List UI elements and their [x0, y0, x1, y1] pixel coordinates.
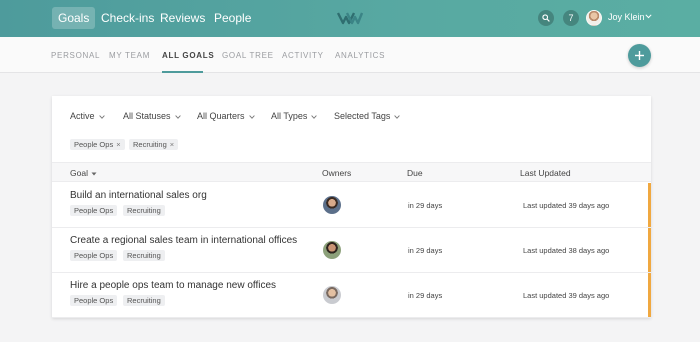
- goal-tag: People Ops: [70, 295, 118, 306]
- chevron-down-icon[interactable]: [645, 14, 652, 19]
- last-updated: Last updated 39 days ago: [523, 201, 610, 210]
- search-icon: [542, 14, 550, 22]
- status-bar: [648, 183, 651, 227]
- tab-activity[interactable]: ACTIVITY: [282, 51, 324, 60]
- tab-goal-tree[interactable]: GOAL TREE: [222, 51, 274, 60]
- column-goal[interactable]: Goal: [70, 168, 97, 178]
- column-label: Goal: [70, 168, 88, 178]
- last-updated: Last updated 39 days ago: [523, 291, 610, 300]
- status-bar: [648, 273, 651, 317]
- status-bar: [648, 228, 651, 272]
- table-row[interactable]: Hire a people ops team to manage new off…: [52, 273, 651, 318]
- goal-title[interactable]: Create a regional sales team in internat…: [70, 235, 297, 246]
- goal-tag: Recruiting: [123, 295, 165, 306]
- goal-tag: Recruiting: [123, 250, 165, 261]
- remove-tag-icon[interactable]: ×: [116, 140, 120, 149]
- chevron-down-icon: [248, 114, 255, 119]
- active-tab-indicator: [162, 71, 203, 73]
- filter-tags[interactable]: Selected Tags: [334, 111, 401, 121]
- top-nav: Goals Check-ins Reviews People 7 Joy Kle…: [0, 0, 700, 37]
- filter-quarters[interactable]: All Quarters: [197, 111, 255, 121]
- remove-tag-icon[interactable]: ×: [170, 140, 174, 149]
- due-date: in 29 days: [408, 291, 443, 300]
- user-avatar[interactable]: [586, 10, 602, 26]
- goal-tag: People Ops: [70, 250, 118, 261]
- goal-title[interactable]: Build an international sales org: [70, 190, 207, 201]
- tab-personal[interactable]: PERSONAL: [51, 51, 100, 60]
- nav-goals[interactable]: Goals: [52, 7, 96, 29]
- chevron-down-icon: [311, 114, 318, 119]
- add-goal-button[interactable]: [628, 44, 651, 67]
- column-last-updated[interactable]: Last Updated: [520, 168, 571, 178]
- nav-reviews[interactable]: Reviews: [154, 7, 211, 29]
- tab-my-team[interactable]: MY TEAM: [109, 51, 150, 60]
- due-date: in 29 days: [408, 201, 443, 210]
- selected-tag-people-ops: People Ops ×: [70, 139, 125, 150]
- chevron-down-icon: [394, 114, 401, 119]
- filter-statuses[interactable]: All Statuses: [123, 111, 181, 121]
- chevron-down-icon: [174, 114, 181, 119]
- filter-active[interactable]: Active: [70, 111, 105, 121]
- nav-people[interactable]: People: [208, 7, 257, 29]
- tag-label: People Ops: [74, 140, 114, 149]
- search-button[interactable]: [538, 10, 554, 26]
- owner-avatar[interactable]: [323, 286, 341, 304]
- tag-label: Recruiting: [133, 140, 167, 149]
- chevron-down-icon: [98, 114, 105, 119]
- plus-icon: [635, 51, 644, 60]
- filter-label: Selected Tags: [334, 111, 391, 121]
- nav-check-ins[interactable]: Check-ins: [95, 7, 160, 29]
- column-due[interactable]: Due: [407, 168, 423, 178]
- owner-avatar[interactable]: [323, 241, 341, 259]
- user-name[interactable]: Joy Klein: [608, 12, 645, 22]
- last-updated: Last updated 38 days ago: [523, 246, 610, 255]
- table-row[interactable]: Create a regional sales team in internat…: [52, 228, 651, 273]
- filter-label: All Quarters: [197, 111, 245, 121]
- filter-label: Active: [70, 111, 95, 121]
- tab-analytics[interactable]: ANALYTICS: [335, 51, 385, 60]
- goal-tag: Recruiting: [123, 205, 165, 216]
- tab-all-goals[interactable]: ALL GOALS: [162, 51, 214, 60]
- due-date: in 29 days: [408, 246, 443, 255]
- selected-tag-recruiting: Recruiting ×: [129, 139, 179, 150]
- filter-types[interactable]: All Types: [271, 111, 318, 121]
- goal-tag: People Ops: [70, 205, 118, 216]
- sort-down-icon: [91, 172, 97, 176]
- table-header: Goal Owners Due Last Updated: [52, 162, 651, 182]
- owner-avatar[interactable]: [323, 196, 341, 214]
- sub-nav: PERSONAL MY TEAM ALL GOALS GOAL TREE ACT…: [0, 37, 700, 73]
- goals-card: Active All Statuses All Quarters All Typ…: [52, 96, 651, 318]
- logo-icon[interactable]: [337, 10, 363, 26]
- notification-count[interactable]: 7: [563, 10, 579, 26]
- column-owners[interactable]: Owners: [322, 168, 351, 178]
- goal-title[interactable]: Hire a people ops team to manage new off…: [70, 280, 276, 291]
- table-row[interactable]: Build an international sales org People …: [52, 183, 651, 228]
- filter-label: All Types: [271, 111, 308, 121]
- filter-label: All Statuses: [123, 111, 171, 121]
